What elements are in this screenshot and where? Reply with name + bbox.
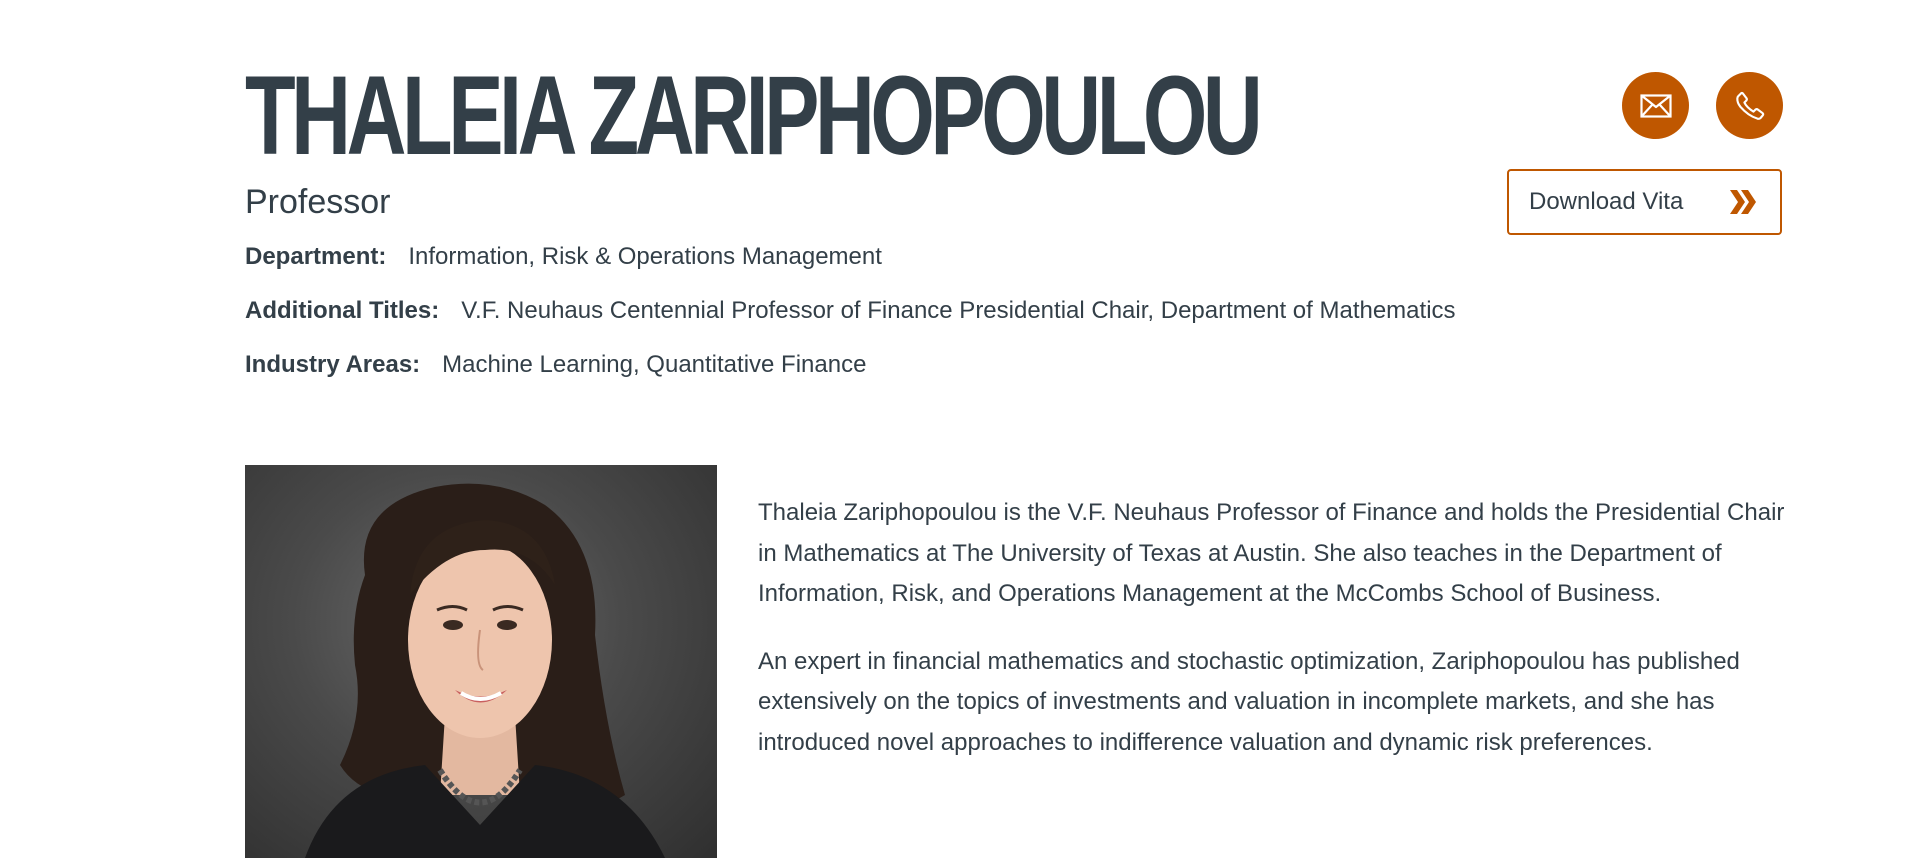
bio-paragraph-1: Thaleia Zariphopoulou is the V.F. Neuhau…	[758, 499, 1785, 607]
email-button[interactable]	[1622, 72, 1689, 139]
portrait-image	[305, 483, 665, 858]
faculty-title: Professor	[245, 183, 391, 221]
faculty-name: THALEIA ZARIPHOPOULOU	[245, 53, 1263, 178]
additional-titles-row: Additional Titles: V.F. Neuhaus Centennia…	[245, 296, 1456, 326]
bio-paragraph-2: An expert in financial mathematics and s…	[758, 647, 1740, 756]
industry-areas-label: Industry Areas:	[245, 351, 421, 378]
faculty-profile-page: THALEIA ZARIPHOPOULOU Professor Departme…	[0, 0, 1905, 858]
download-vita-button[interactable]: Download Vita	[1507, 169, 1782, 235]
download-vita-label: Download Vita	[1529, 188, 1684, 215]
additional-titles-value: V.F. Neuhaus Centennial Professor of Fin…	[461, 297, 1456, 324]
department-value: Information, Risk & Operations Managemen…	[408, 243, 882, 270]
department-label: Department:	[245, 243, 387, 270]
envelope-icon	[1639, 93, 1672, 118]
industry-areas-value: Machine Learning, Quantitative Finance	[442, 351, 867, 378]
phone-button[interactable]	[1716, 72, 1783, 139]
bio-section: Thaleia Zariphopoulou is the V.F. Neuhau…	[758, 493, 1788, 790]
department-row: Department: Information, Risk & Operation…	[245, 242, 882, 272]
faculty-photo	[245, 465, 717, 858]
phone-icon	[1735, 91, 1764, 120]
industry-areas-row: Industry Areas: Machine Learning, Quantit…	[245, 350, 866, 380]
additional-titles-label: Additional Titles:	[245, 297, 440, 324]
double-chevron-right-icon	[1728, 189, 1758, 215]
